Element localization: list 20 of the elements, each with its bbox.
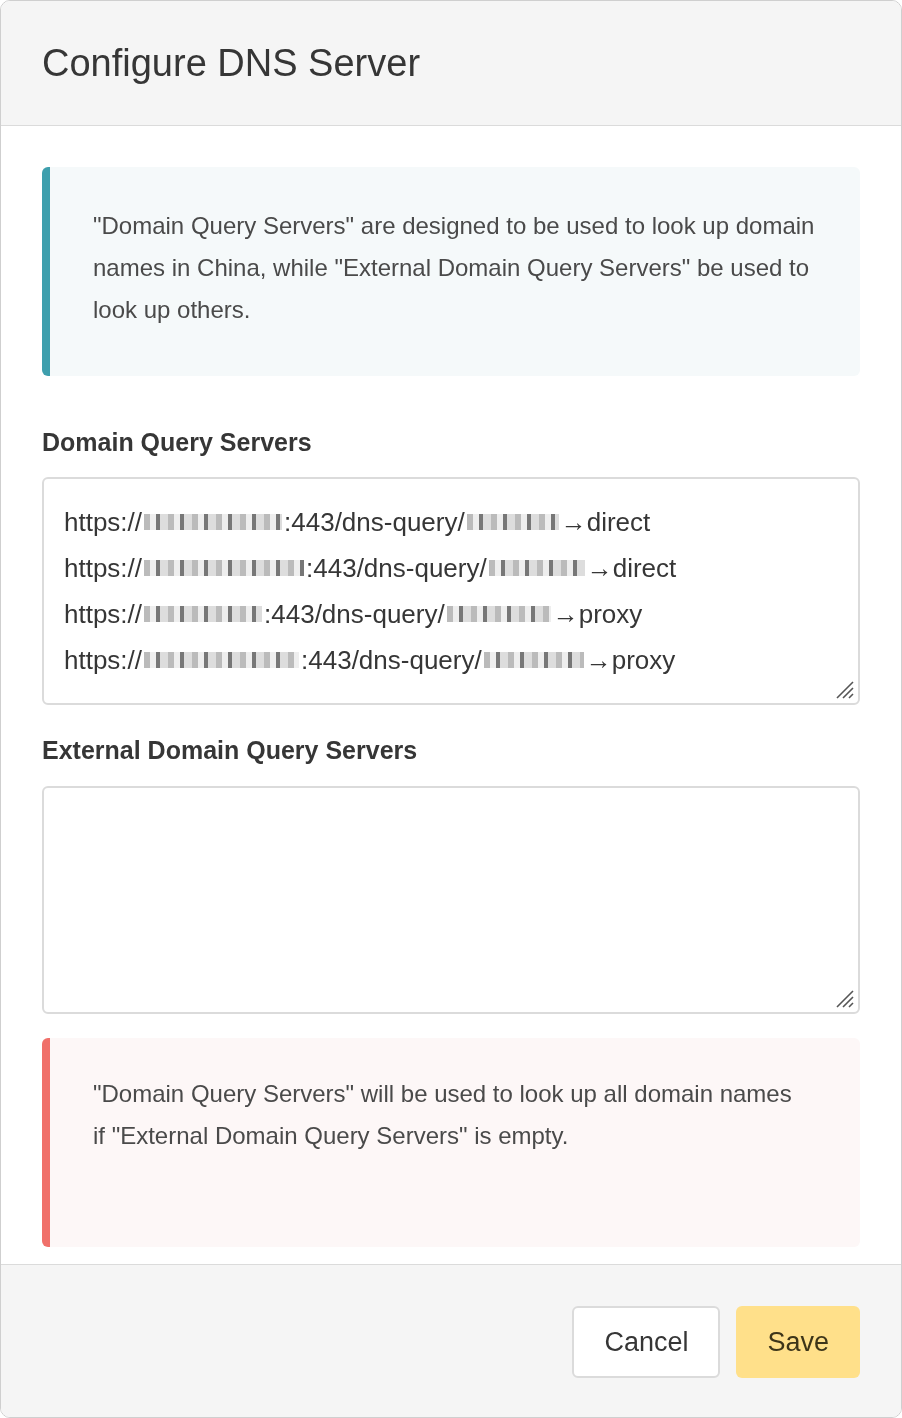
url-scheme: https://: [64, 552, 143, 585]
url-scheme: https://: [64, 506, 143, 539]
url-path: :443/dns-query/: [284, 506, 465, 539]
route-target: →direct: [560, 506, 651, 539]
url-path: :443/dns-query/: [301, 644, 482, 677]
servers-textarea[interactable]: https:// :443/dns-query/ →direct https:// :443/dns-query/ →direct https:// :443/dns-query/ →proxy https:// :443/dns-query/ →proxy: [42, 477, 860, 705]
field-label: External Domain Query Servers: [42, 735, 419, 766]
url-scheme: https://: [64, 644, 143, 677]
route-target: →proxy: [552, 598, 643, 631]
info-note: "Domain Query Servers" are designed to be used to look up domain names in China, while "External Domain Query Servers" be used to look up others.: [42, 167, 860, 376]
route-target: →proxy: [585, 644, 676, 677]
url-scheme: https://: [64, 598, 143, 631]
dialog-title: Configure DNS Server: [42, 40, 421, 86]
warning-note: "Domain Query Servers" will be used to look up all domain names if "External Domain Query Servers" is empty.: [42, 1038, 860, 1247]
url-path: :443/dns-query/: [306, 552, 487, 585]
url-path: :443/dns-query/: [264, 598, 445, 631]
save-button[interactable]: Save: [736, 1306, 860, 1378]
cancel-button[interactable]: Cancel: [572, 1306, 721, 1378]
field-label: Domain Query Servers: [42, 427, 313, 458]
route-target: →direct: [586, 552, 677, 585]
